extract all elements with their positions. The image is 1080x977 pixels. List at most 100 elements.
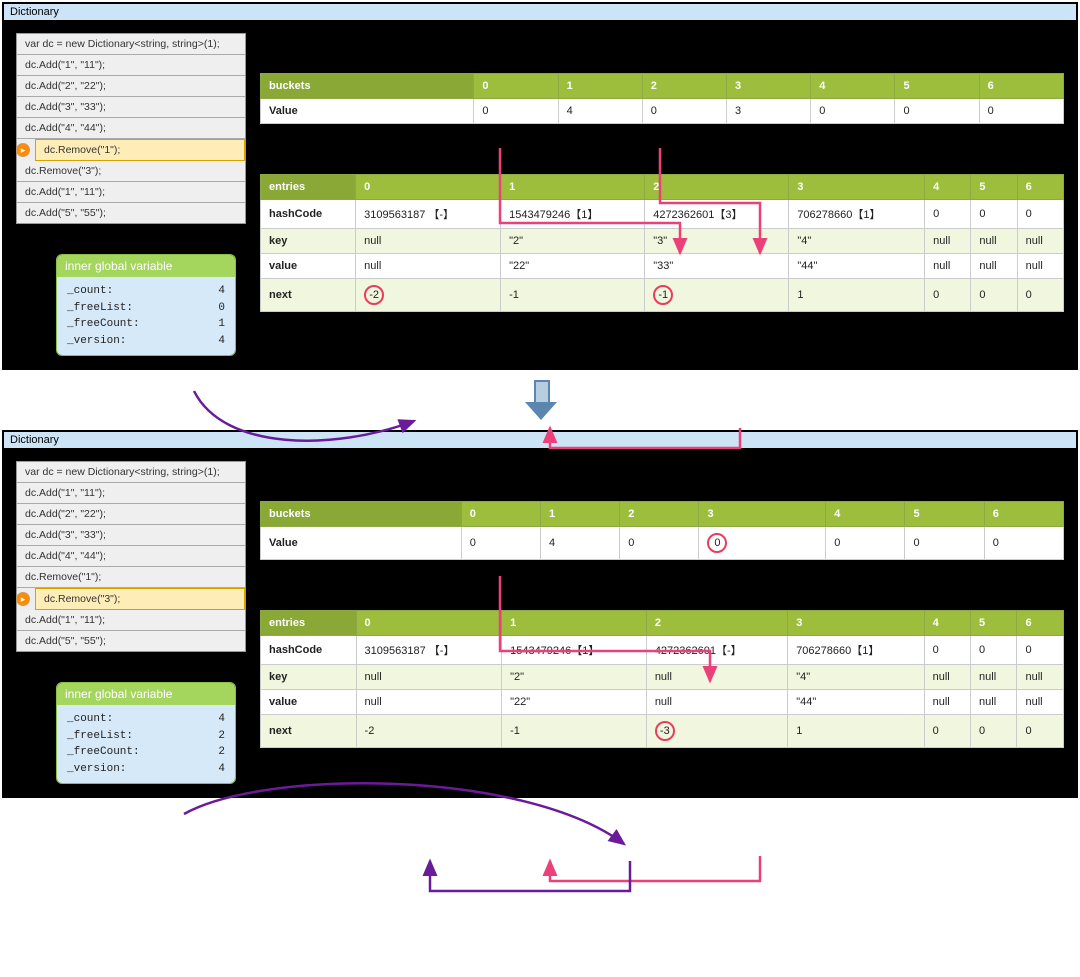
bucket-cell: 0 [895, 99, 979, 124]
entry-cell: null [1017, 254, 1063, 279]
col-header: 1 [540, 502, 619, 527]
col-header: 1 [502, 611, 647, 636]
entry-cell: 1543479246【1】 [501, 200, 645, 229]
breakpoint-icon: ▸ [16, 592, 30, 606]
code-line: dc.Add("2", "22"); [17, 76, 245, 97]
global-var: _count:4 [67, 283, 225, 300]
row-label: hashCode [261, 636, 357, 665]
entry-cell: "4" [789, 229, 925, 254]
bucket-cell: 0 [905, 527, 984, 560]
entry-cell: null [1017, 229, 1063, 254]
entry-cell: "44" [789, 254, 925, 279]
bucket-cell: 0 [699, 527, 826, 560]
code-line: dc.Add("5", "55"); [17, 631, 245, 651]
entry-cell: null [971, 690, 1017, 715]
code-line: dc.Add("5", "55"); [17, 203, 245, 223]
col-header: 2 [645, 175, 789, 200]
entry-cell: null [646, 665, 787, 690]
code-line: dc.Add("4", "44"); [17, 118, 245, 139]
entry-cell: 706278660【1】 [788, 636, 924, 665]
row-label: hashCode [261, 200, 356, 229]
col-header: 3 [788, 611, 924, 636]
code-line: dc.Add("3", "33"); [17, 525, 245, 546]
col-header: 3 [699, 502, 826, 527]
col-header: 5 [971, 611, 1017, 636]
code-list-1: var dc = new Dictionary<string, string>(… [16, 33, 246, 224]
entry-cell: 0 [1017, 200, 1063, 229]
row-label: key [261, 229, 356, 254]
bucket-cell: 4 [558, 99, 642, 124]
col-header: 0 [461, 502, 540, 527]
entry-cell: null [971, 229, 1017, 254]
entry-cell: 0 [924, 715, 970, 748]
entry-cell: null [925, 254, 971, 279]
entry-cell: 0 [925, 279, 971, 312]
bucket-cell: 0 [620, 527, 699, 560]
entry-cell: -1 [501, 279, 645, 312]
globals-box-1: inner global variable _count:4_freeList:… [56, 254, 236, 356]
col-header: 6 [979, 74, 1063, 99]
row-label: next [261, 715, 357, 748]
entry-cell: 0 [924, 636, 970, 665]
col-header: 0 [474, 74, 558, 99]
col-header: 6 [984, 502, 1063, 527]
code-list-2: var dc = new Dictionary<string, string>(… [16, 461, 246, 652]
entry-cell: "22" [502, 690, 647, 715]
entries-table-2: entries0123456 hashCode3109563187 【-】154… [260, 610, 1064, 748]
entry-cell: 1 [788, 715, 924, 748]
entry-cell: 0 [925, 200, 971, 229]
col-header: 3 [789, 175, 925, 200]
row-label: next [261, 279, 356, 312]
entry-cell: null [1017, 690, 1064, 715]
global-var: _freeCount:1 [67, 316, 225, 333]
buckets-header: buckets [261, 502, 462, 527]
entry-cell: null [356, 690, 502, 715]
entry-cell: null [971, 254, 1017, 279]
entry-cell: 3109563187 【-】 [356, 200, 501, 229]
globals-body-1: _count:4_freeList:0_freeCount:1_version:… [57, 277, 235, 355]
bucket-cell: 4 [540, 527, 619, 560]
entries-header: entries [261, 611, 357, 636]
code-line: var dc = new Dictionary<string, string>(… [17, 462, 245, 483]
entry-cell: 0 [971, 715, 1017, 748]
globals-box-2: inner global variable _count:4_freeList:… [56, 682, 236, 784]
code-line: dc.Remove("3");▸ [35, 588, 245, 610]
row-label: value [261, 690, 357, 715]
entry-cell: -3 [646, 715, 787, 748]
bucket-cell: 0 [984, 527, 1063, 560]
entries-header: entries [261, 175, 356, 200]
col-header: 4 [811, 74, 895, 99]
entry-cell: 0 [1017, 715, 1064, 748]
entry-cell: -1 [502, 715, 647, 748]
entry-cell: null [924, 665, 970, 690]
col-header: 5 [971, 175, 1017, 200]
bucket-cell: 0 [461, 527, 540, 560]
entry-cell: null [1017, 665, 1064, 690]
row-label: Value [261, 99, 474, 124]
entry-cell: 3109563187 【-】 [356, 636, 502, 665]
col-header: 5 [905, 502, 984, 527]
code-line: dc.Add("2", "22"); [17, 504, 245, 525]
entry-cell: null [646, 690, 787, 715]
entry-cell: 0 [1017, 279, 1063, 312]
col-header: 1 [501, 175, 645, 200]
entry-cell: null [971, 665, 1017, 690]
buckets-table-2: buckets0123456 Value0400000 [260, 501, 1064, 560]
bucket-cell: 0 [811, 99, 895, 124]
code-line: dc.Add("3", "33"); [17, 97, 245, 118]
globals-body-2: _count:4_freeList:2_freeCount:2_version:… [57, 705, 235, 783]
bucket-cell: 0 [826, 527, 905, 560]
entry-cell: 706278660【1】 [789, 200, 925, 229]
dictionary-panel-1: Dictionary var dc = new Dictionary<strin… [2, 2, 1078, 370]
bucket-cell: 3 [727, 99, 811, 124]
entry-cell: -1 [645, 279, 789, 312]
entry-cell: null [356, 229, 501, 254]
global-var: _freeList:2 [67, 728, 225, 745]
col-header: 5 [895, 74, 979, 99]
col-header: 2 [620, 502, 699, 527]
col-header: 1 [558, 74, 642, 99]
entry-cell: 0 [971, 200, 1017, 229]
code-line: dc.Remove("1");▸ [35, 139, 245, 161]
entry-cell: "33" [645, 254, 789, 279]
bucket-cell: 0 [474, 99, 558, 124]
